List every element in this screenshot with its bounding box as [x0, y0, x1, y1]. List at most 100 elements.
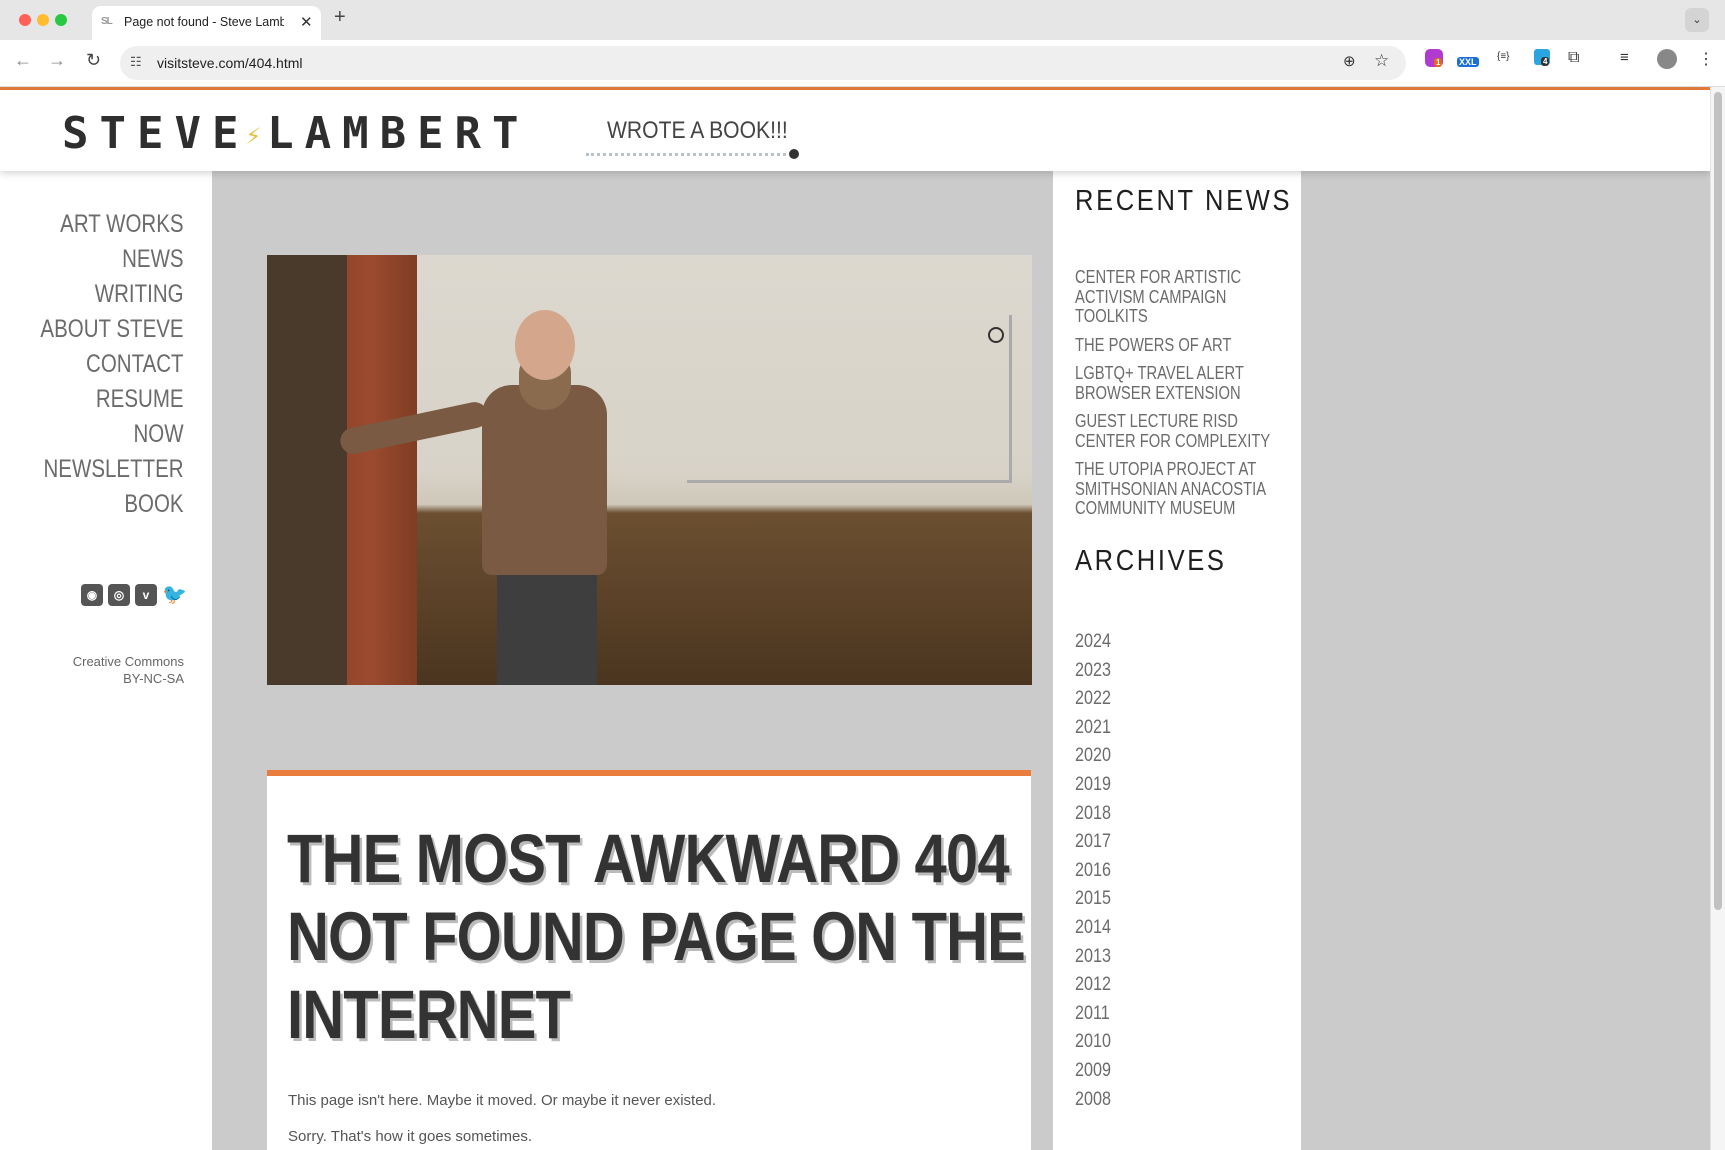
archive-year-2017[interactable]: 2017 — [1075, 828, 1111, 857]
nav-item-writing[interactable]: WRITING — [41, 277, 184, 312]
site-info-icon[interactable]: ☷ — [130, 54, 142, 70]
nav-item-news[interactable]: NEWS — [41, 242, 184, 277]
minimize-window-button[interactable] — [37, 14, 49, 26]
tab-title: Page not found - Steve Lambert — [124, 15, 284, 29]
tagline-dot — [789, 149, 799, 159]
title-line-2: NOT FOUND PAGE ON THE — [287, 898, 1026, 975]
news-item-line: THE UTOPIA PROJECT AT — [1075, 459, 1257, 479]
news-item-line: CENTER FOR ARTISTIC — [1075, 267, 1242, 287]
article-title: THE MOST AWKWARD 404 NOT FOUND PAGE ON T… — [287, 820, 1026, 1054]
archive-year-2008[interactable]: 2008 — [1075, 1086, 1111, 1115]
tagline-link[interactable]: WROTE A BOOK!!! — [607, 117, 788, 145]
news-item-line: TOOLKITS — [1075, 306, 1148, 326]
archives-heading: ARCHIVES — [1075, 545, 1227, 577]
video-pipe-vertical — [1009, 315, 1012, 483]
extension-json-icon[interactable]: {≡} — [1497, 51, 1510, 62]
video-player[interactable] — [267, 255, 1032, 685]
archive-year-2009[interactable]: 2009 — [1075, 1057, 1111, 1086]
archive-year-2013[interactable]: 2013 — [1075, 943, 1111, 972]
video-person-body — [482, 385, 607, 575]
extensions-puzzle-icon[interactable]: ⧉ — [1568, 49, 1579, 67]
license-text[interactable]: Creative Commons BY-NC-SA — [73, 653, 184, 687]
title-line-3: INTERNET — [287, 976, 571, 1053]
tab-favicon-icon: SL — [101, 16, 113, 27]
nav-item-now[interactable]: NOW — [41, 417, 184, 452]
video-person-legs — [497, 565, 597, 685]
tab-search-chevron-icon[interactable]: ⌄ — [1685, 8, 1709, 32]
news-item-line: THE POWERS OF ART — [1075, 334, 1232, 355]
title-line-1: THE MOST AWKWARD 404 — [287, 820, 1010, 897]
social-links: ◉ ◎ v 🐦 — [81, 584, 187, 606]
nav-item-book[interactable]: BOOK — [41, 487, 184, 522]
maximize-window-button[interactable] — [55, 14, 67, 26]
site-logo[interactable]: STEVE⚡ LAMBERT — [62, 108, 530, 159]
archive-year-2022[interactable]: 2022 — [1075, 685, 1111, 714]
nav-item-about-steve[interactable]: ABOUT STEVE — [41, 312, 184, 347]
lightning-bolt-icon: ⚡ — [245, 121, 262, 151]
article-paragraph-1: This page isn't here. Maybe it moved. Or… — [288, 1092, 717, 1109]
main-nav: ART WORKS NEWS WRITING ABOUT STEVE CONTACT RE… — [9, 207, 184, 522]
page-scrollbar[interactable] — [1710, 87, 1725, 1150]
news-item-line: BROWSER EXTENSION — [1075, 382, 1241, 403]
instagram-icon[interactable]: ◎ — [108, 584, 130, 606]
browser-tab[interactable]: SL Page not found - Steve Lambert ✕ — [92, 6, 321, 40]
nav-item-contact[interactable]: CONTACT — [41, 347, 184, 382]
archive-year-2024[interactable]: 2024 — [1075, 628, 1111, 657]
recent-news-item[interactable]: LGBTQ+ TRAVEL ALERT BROWSER EXTENSION — [1075, 363, 1280, 403]
archive-year-2016[interactable]: 2016 — [1075, 857, 1111, 886]
nav-item-newsletter[interactable]: NEWSLETTER — [41, 452, 184, 487]
profile-avatar[interactable] — [1657, 49, 1677, 69]
archive-year-2011[interactable]: 2011 — [1075, 1000, 1111, 1029]
nav-item-resume[interactable]: RESUME — [41, 382, 184, 417]
nav-item-art-works[interactable]: ART WORKS — [41, 207, 184, 242]
news-item-line: GUEST LECTURE RISD — [1075, 411, 1238, 431]
url-text[interactable]: visitsteve.com/404.html — [157, 55, 303, 71]
back-arrow-icon[interactable]: ← — [14, 50, 32, 71]
video-person-head — [515, 310, 575, 380]
video-pipe — [687, 480, 1012, 483]
archive-year-2012[interactable]: 2012 — [1075, 971, 1111, 1000]
article: THE MOST AWKWARD 404 NOT FOUND PAGE ON T… — [267, 770, 1031, 1150]
recent-news-item[interactable]: THE UTOPIA PROJECT AT SMITHSONIAN ANACOST… — [1075, 459, 1280, 519]
extension-blue-icon[interactable]: 4 — [1534, 49, 1550, 66]
archives-list: 2024 2023 2022 2021 2020 2019 2018 2017 2016 2015… — [1075, 628, 1117, 1114]
archive-year-2021[interactable]: 2021 — [1075, 714, 1111, 743]
news-item-line: ACTIVISM CAMPAIGN — [1075, 286, 1227, 307]
reading-list-icon[interactable]: ≡ — [1620, 49, 1629, 66]
news-item-line: CENTER FOR COMPLEXITY — [1075, 430, 1271, 451]
browser-window: SL Page not found - Steve Lambert ✕ + ⌄ … — [0, 0, 1725, 1150]
browser-toolbar: ← → ↻ ☷ visitsteve.com/404.html ⊕ ☆ 1 XX… — [0, 40, 1725, 87]
zoom-icon[interactable]: ⊕ — [1343, 52, 1356, 70]
scrollbar-thumb[interactable] — [1714, 92, 1722, 910]
forward-arrow-icon[interactable]: → — [48, 50, 66, 71]
article-paragraph-2: Sorry. That's how it goes sometimes. — [288, 1128, 533, 1145]
archive-year-2020[interactable]: 2020 — [1075, 742, 1111, 771]
extension-purple-icon[interactable]: 1 — [1425, 49, 1443, 67]
vimeo-icon[interactable]: v — [135, 584, 157, 606]
reload-icon[interactable]: ↻ — [86, 50, 101, 71]
close-window-button[interactable] — [19, 14, 31, 26]
archive-year-2015[interactable]: 2015 — [1075, 885, 1111, 914]
site-header: STEVE⚡ LAMBERT WROTE A BOOK!!! — [0, 90, 1710, 171]
browser-menu-icon[interactable]: ⋮ — [1698, 49, 1714, 69]
archive-year-2018[interactable]: 2018 — [1075, 800, 1111, 829]
left-sidebar: ART WORKS NEWS WRITING ABOUT STEVE CONTACT RE… — [0, 171, 212, 1150]
news-item-line: COMMUNITY MUSEUM — [1075, 498, 1236, 518]
address-bar[interactable]: ☷ visitsteve.com/404.html ⊕ ☆ — [120, 46, 1406, 80]
archive-year-2023[interactable]: 2023 — [1075, 657, 1111, 686]
extension-xxl-icon[interactable]: XXL — [1457, 47, 1481, 67]
tab-close-icon[interactable]: ✕ — [300, 13, 313, 31]
bookmark-star-icon[interactable]: ☆ — [1374, 51, 1389, 71]
recent-news-item[interactable]: THE POWERS OF ART — [1075, 334, 1280, 356]
archive-year-2014[interactable]: 2014 — [1075, 914, 1111, 943]
recent-news-item[interactable]: CENTER FOR ARTISTIC ACTIVISM CAMPAIGN TOOL… — [1075, 267, 1280, 327]
archive-year-2010[interactable]: 2010 — [1075, 1028, 1111, 1057]
recent-news-list: CENTER FOR ARTISTIC ACTIVISM CAMPAIGN TOOL… — [1075, 267, 1305, 528]
recent-news-item[interactable]: GUEST LECTURE RISD CENTER FOR COMPLEXITY — [1075, 411, 1280, 451]
archive-year-2019[interactable]: 2019 — [1075, 771, 1111, 800]
rss-icon[interactable]: ◉ — [81, 584, 103, 606]
news-item-line: SMITHSONIAN ANACOSTIA — [1075, 478, 1267, 499]
new-tab-button[interactable]: + — [334, 6, 346, 29]
logo-first: STEVE — [62, 108, 250, 159]
twitter-icon[interactable]: 🐦 — [162, 584, 187, 606]
